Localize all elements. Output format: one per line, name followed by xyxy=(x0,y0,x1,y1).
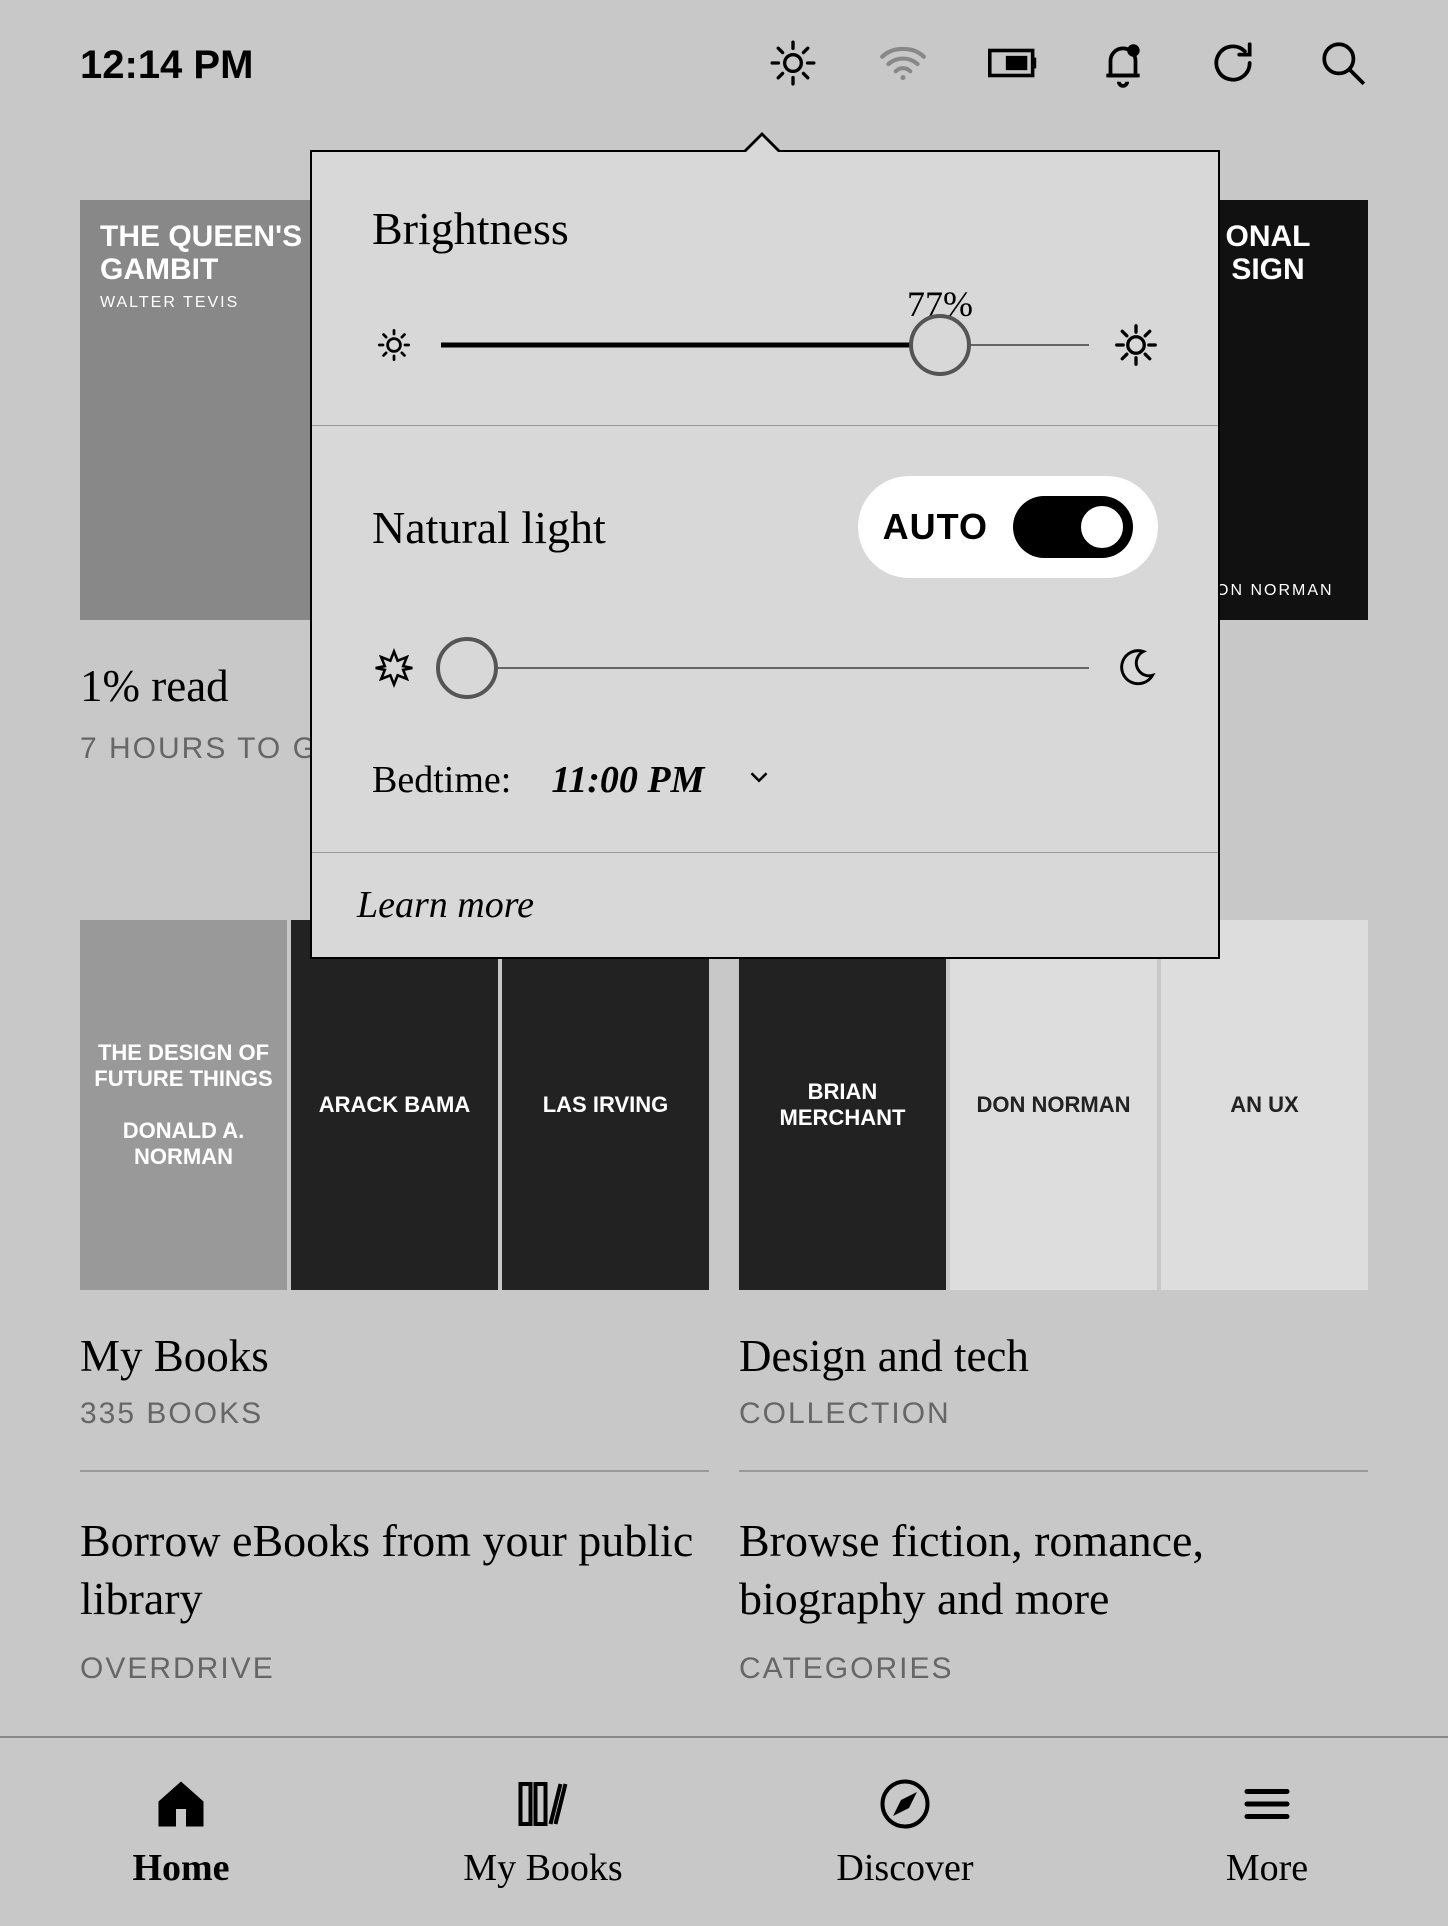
auto-toggle-pill[interactable]: AUTO xyxy=(858,476,1158,578)
auto-label: AUTO xyxy=(883,506,988,548)
brightness-popover: Brightness 77% Natural light AUTO xyxy=(310,150,1220,959)
brightness-title: Brightness xyxy=(372,202,1158,255)
moon-icon xyxy=(1114,646,1158,690)
natural-light-section: Natural light AUTO Bedtime: 11:00 PM xyxy=(312,426,1218,853)
slider-thumb[interactable] xyxy=(909,314,971,376)
brightness-low-icon xyxy=(372,323,416,367)
bedtime-time: 11:00 PM xyxy=(551,758,704,802)
sun-outline-icon xyxy=(372,646,416,690)
brightness-slider[interactable]: 77% xyxy=(441,315,1089,375)
brightness-section: Brightness 77% xyxy=(312,152,1218,426)
bedtime-label: Bedtime: xyxy=(372,758,511,802)
slider-thumb[interactable] xyxy=(436,637,498,699)
chevron-down-icon xyxy=(744,758,774,802)
auto-toggle[interactable] xyxy=(1013,496,1133,558)
toggle-knob xyxy=(1077,502,1127,552)
natural-light-title: Natural light xyxy=(372,501,606,554)
bedtime-selector[interactable]: Bedtime: 11:00 PM xyxy=(372,758,1158,802)
natural-light-slider[interactable] xyxy=(441,638,1089,698)
brightness-high-icon xyxy=(1114,323,1158,367)
learn-more-section: Learn more xyxy=(312,853,1218,957)
learn-more-link[interactable]: Learn more xyxy=(357,884,534,926)
